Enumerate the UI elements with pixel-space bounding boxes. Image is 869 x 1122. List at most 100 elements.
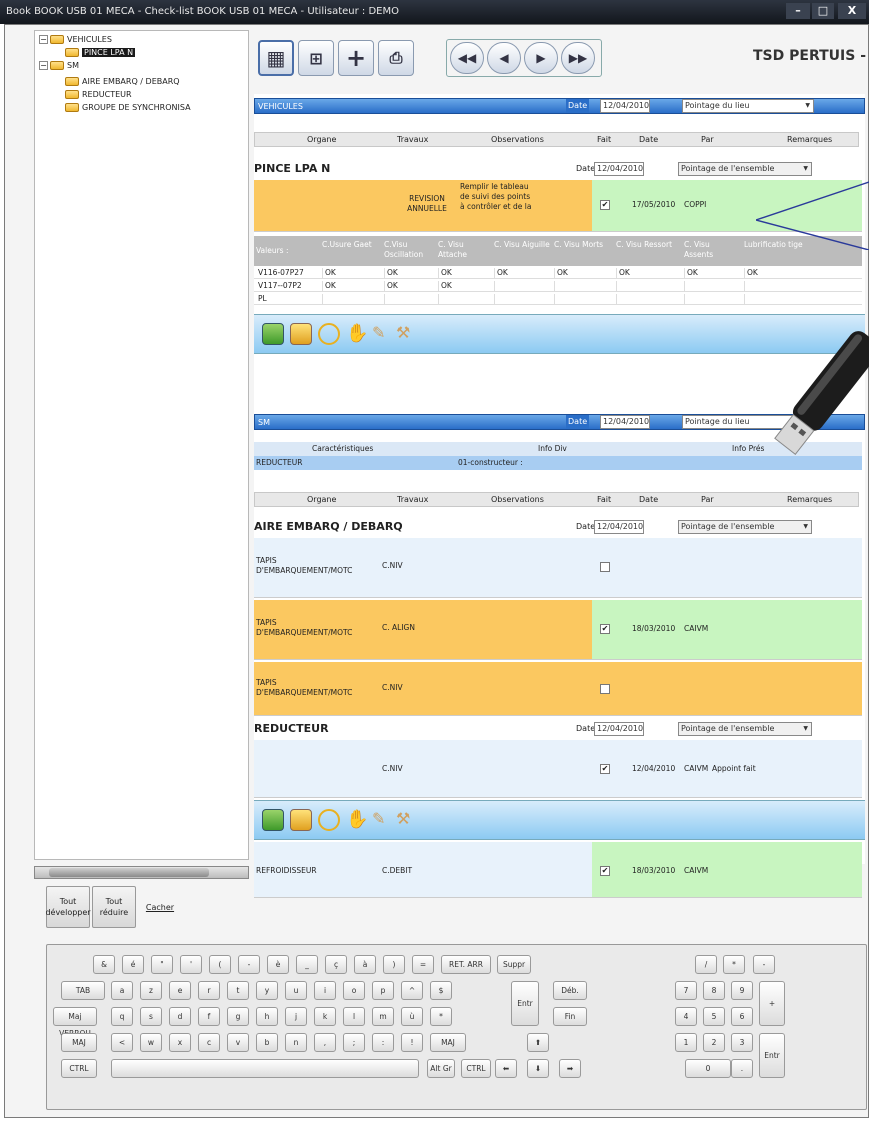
table-row[interactable]: C.NIV ✔ 12/04/2010 CAIVM Appoint fait [254,740,862,798]
timer-icon[interactable] [318,323,340,345]
letter-key[interactable]: $ [430,981,452,1000]
date-field[interactable]: 12/04/2010 [600,415,650,429]
maximize-button[interactable]: □ [812,3,834,19]
table-row-done[interactable]: ✔ 18/03/2010 CAIVM [592,600,862,660]
letter-key[interactable]: s [140,1007,162,1026]
shift-key[interactable]: MAJ [61,1033,97,1052]
grid-view-button[interactable]: ▦ [258,40,294,76]
close-button[interactable]: X [838,3,866,19]
letter-key[interactable]: k [314,1007,336,1026]
letter-key[interactable]: ; [343,1033,365,1052]
space-key[interactable] [111,1059,419,1078]
date-field[interactable]: 12/04/2010 [600,99,650,113]
numpad-key[interactable]: 2 [703,1033,725,1052]
letter-key[interactable]: w [140,1033,162,1052]
tools-icon[interactable]: ⚒ [396,809,418,831]
pointage-combo[interactable]: Pointage du lieu [682,99,814,113]
letter-key[interactable]: r [198,981,220,1000]
letter-key[interactable]: v [227,1033,249,1052]
shift-key[interactable]: MAJ [430,1033,466,1052]
letter-key[interactable]: i [314,981,336,1000]
key-8[interactable]: ç [325,955,347,974]
print-button[interactable]: ⎙ [378,40,414,76]
letter-key[interactable]: ^ [401,981,423,1000]
map-icon[interactable] [262,809,284,831]
date-field[interactable]: 12/04/2010 [594,722,644,736]
letter-key[interactable]: j [285,1007,307,1026]
table-row-done[interactable]: ✔ 18/03/2010 CAIVM [592,842,862,898]
done-checkbox[interactable]: ✔ [600,200,610,210]
tree-item-vehicules[interactable]: − VEHICULES [39,33,248,46]
key-1[interactable]: é [122,955,144,974]
numpad-key[interactable]: 8 [703,981,725,1000]
numpad-enter-key[interactable]: Entr [759,1033,785,1078]
values-row[interactable]: V117--07P2 OK OK OK [254,279,862,292]
letter-key[interactable]: f [198,1007,220,1026]
key-6[interactable]: è [267,955,289,974]
minimize-button[interactable]: – [786,3,810,19]
numpad-plus-key[interactable]: + [759,981,785,1026]
values-row[interactable]: V116-07P27 OK OK OK OK OK OK OK OK [254,266,862,279]
home-key[interactable]: Déb. [553,981,587,1000]
timer-icon[interactable] [318,809,340,831]
numpad-key[interactable]: 0 [685,1059,731,1078]
numpad-key[interactable]: 6 [731,1007,753,1026]
key-4[interactable]: ( [209,955,231,974]
calendar-icon[interactable] [290,809,312,831]
letter-key[interactable]: b [256,1033,278,1052]
ctrl-key[interactable]: CTRL [61,1059,97,1078]
key-9[interactable]: à [354,955,376,974]
letter-key[interactable]: l [343,1007,365,1026]
done-checkbox[interactable] [600,562,610,572]
tree-item-pince-lpa-n[interactable]: PINCE LPA N [65,46,248,59]
key-3[interactable]: ' [180,955,202,974]
tree-item-reducteur[interactable]: REDUCTEUR [65,88,248,101]
numpad-key[interactable]: 4 [675,1007,697,1026]
scroll-thumb[interactable] [49,868,209,877]
pointage-combo[interactable]: Pointage de l'ensemble [678,162,812,176]
tree-horizontal-scrollbar[interactable] [34,866,249,879]
collapse-all-button[interactable]: Tout réduire [92,886,136,928]
enter-key[interactable]: Entr [511,981,539,1026]
key-7[interactable]: _ [296,955,318,974]
key-12[interactable]: RET. ARR [441,955,491,974]
wrench-icon[interactable]: ✎ [372,809,394,831]
arrow-up-key[interactable]: ⬆ [527,1033,549,1052]
letter-key[interactable]: * [430,1007,452,1026]
done-checkbox[interactable]: ✔ [600,624,610,634]
tree-item-sm[interactable]: − SM [39,59,248,72]
numpad-key[interactable]: 7 [675,981,697,1000]
letter-key[interactable]: p [372,981,394,1000]
numpad-key[interactable]: 1 [675,1033,697,1052]
letter-key[interactable]: h [256,1007,278,1026]
ctrl-key[interactable]: CTRL [461,1059,491,1078]
letter-key[interactable]: a [111,981,133,1000]
key-5[interactable]: - [238,955,260,974]
letter-key[interactable]: ù [401,1007,423,1026]
tools-icon[interactable]: ⚒ [396,323,418,345]
table-row[interactable]: TAPIS D'EMBARQUEMENT/MOTC C. ALIGN [254,600,592,660]
numpad-key[interactable]: . [731,1059,753,1078]
tab-key[interactable]: TAB [61,981,105,1000]
collapse-icon[interactable]: − [39,35,48,44]
numpad-key[interactable]: 5 [703,1007,725,1026]
numpad-key[interactable]: * [723,955,745,974]
end-key[interactable]: Fin [553,1007,587,1026]
letter-key[interactable]: x [169,1033,191,1052]
first-record-button[interactable]: ◀◀ [450,42,484,74]
table-row[interactable]: TAPIS D'EMBARQUEMENT/MOTC C.NIV [254,538,862,598]
pointage-combo[interactable]: Pointage de l'ensemble [678,520,812,534]
add-document-button[interactable]: ⊞ [298,40,334,76]
letter-key[interactable]: z [140,981,162,1000]
letter-key[interactable]: e [169,981,191,1000]
arrow-left-key[interactable]: ⬅ [495,1059,517,1078]
hide-button[interactable]: Cacher [138,886,182,928]
letter-key[interactable]: n [285,1033,307,1052]
numpad-key[interactable]: 9 [731,981,753,1000]
letter-key[interactable]: c [198,1033,220,1052]
letter-key[interactable]: < [111,1033,133,1052]
hand-icon[interactable]: ✋ [346,809,368,831]
letter-key[interactable]: ! [401,1033,423,1052]
arrow-right-key[interactable]: ➡ [559,1059,581,1078]
letter-key[interactable]: : [372,1033,394,1052]
